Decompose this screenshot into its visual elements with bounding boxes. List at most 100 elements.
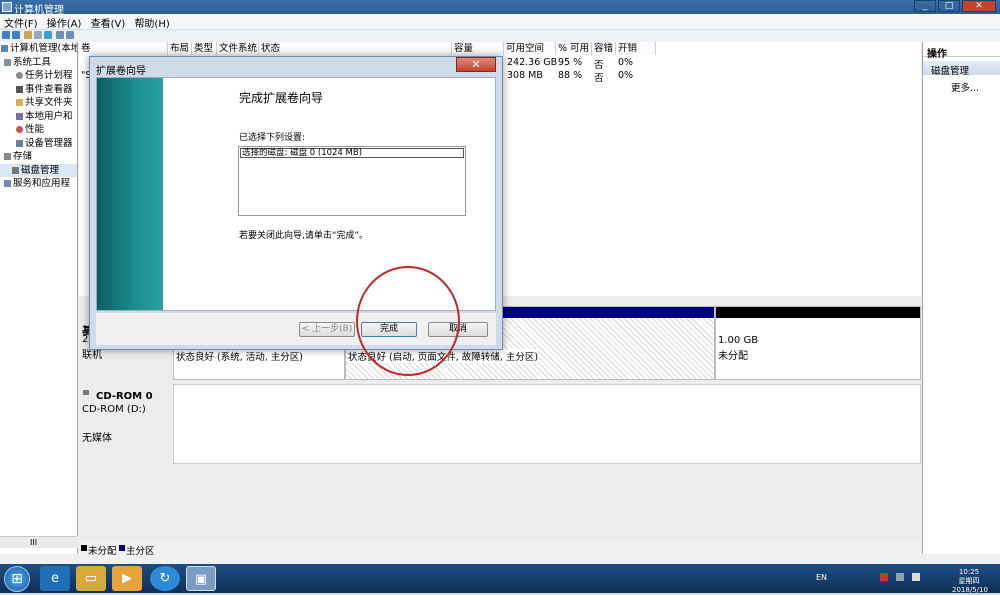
computer-management-taskbar-icon[interactable]: ▣ — [186, 566, 216, 591]
taskbar: ⊞ e ▭ ▶ ↻ ▣ EN 10:25 星期四 2018/5/10 — [0, 564, 1000, 595]
partition-system-status: 状态良好 (系统, 活动, 主分区) — [176, 352, 304, 363]
navigation-tree: 计算机管理(本地 系统工具 任务计划程 事件查看器 共享文件夹 本地用户和 性能… — [0, 42, 78, 554]
folder-icon[interactable] — [24, 31, 32, 39]
column-volume[interactable]: 卷 — [79, 42, 168, 55]
flag-icon[interactable] — [880, 573, 888, 581]
properties-icon[interactable] — [56, 31, 64, 39]
column-capacity[interactable]: 容量 — [452, 42, 504, 55]
toolbar — [0, 30, 1000, 42]
tree-horizontal-scrollbar[interactable]: III — [0, 536, 78, 548]
row2-fault-tolerance: 否 — [594, 73, 604, 84]
wizard-settings-list[interactable]: 选择的磁盘: 磁盘 0 (1024 MB) — [238, 146, 466, 216]
actions-pane: 操作 磁盘管理 更多... — [922, 42, 1000, 554]
column-fault-tolerance[interactable]: 容错 — [592, 42, 616, 55]
computer-icon — [1, 45, 8, 52]
row2-free-space: 308 MB — [507, 70, 543, 81]
tree-item-storage[interactable]: 存储 — [0, 150, 77, 164]
wizard-settings-label: 已选择下列设置: — [239, 133, 306, 143]
row2-percent-free: 88 % — [558, 70, 583, 81]
volume-icon[interactable] — [912, 573, 920, 581]
tree-item-performance[interactable]: 性能 — [0, 123, 77, 137]
wizard-back-button[interactable]: < 上一步(B) — [299, 322, 355, 337]
column-type[interactable]: 类型 — [192, 42, 217, 55]
tree-item-local-users[interactable]: 本地用户和 — [0, 110, 77, 124]
tree-item-event-viewer[interactable]: 事件查看器 — [0, 83, 77, 97]
event-viewer-icon — [16, 85, 23, 93]
app-icon-blue[interactable]: ↻ — [150, 566, 180, 591]
column-percent-free[interactable]: % 可用 — [556, 42, 592, 55]
row2-overhead: 0% — [618, 70, 634, 81]
close-button[interactable]: ✕ — [962, 0, 996, 12]
tree-item-task-scheduler[interactable]: 任务计划程 — [0, 69, 77, 83]
computer-management-window: 计算机管理 _ □ ✕ 文件(F) 操作(A) 查看(V) 帮助(H) 计算机管… — [0, 0, 1000, 564]
services-icon — [4, 180, 11, 187]
cdrom-media-area[interactable] — [173, 384, 921, 464]
start-button[interactable]: ⊞ — [4, 566, 30, 592]
menu-bar: 文件(F) 操作(A) 查看(V) 帮助(H) — [0, 14, 1000, 30]
column-status[interactable]: 状态 — [259, 42, 452, 55]
maximize-button[interactable]: □ — [938, 0, 960, 12]
legend-primary: 主分区 — [126, 546, 155, 557]
app-icon — [2, 2, 12, 12]
tree-item-computer-management[interactable]: 计算机管理(本地 — [0, 42, 77, 56]
actions-more[interactable]: 更多... — [923, 75, 1000, 94]
column-overhead[interactable]: 开销 — [616, 42, 656, 55]
clock-time: 10:25 — [958, 568, 980, 576]
tree-item-disk-management[interactable]: 磁盘管理 — [0, 163, 77, 177]
media-player-icon[interactable]: ▶ — [112, 566, 142, 591]
wizard-side-banner — [97, 78, 163, 310]
grid-icon[interactable] — [34, 31, 42, 39]
wizard-selected-disk[interactable]: 选择的磁盘: 磁盘 0 (1024 MB) — [240, 148, 464, 158]
unallocated-bar — [716, 307, 920, 318]
cdrom-status: 无媒体 — [82, 433, 112, 444]
tree-item-system-tools[interactable]: 系统工具 — [0, 56, 77, 70]
ie-icon[interactable]: e — [40, 566, 70, 591]
tree-item-services-applications[interactable]: 服务和应用程 — [0, 177, 77, 191]
wizard-close-button[interactable]: ✕ — [456, 57, 496, 72]
menu-view[interactable]: 查看(V) — [87, 14, 128, 30]
refresh-icon[interactable] — [66, 31, 74, 39]
legend-unallocated: 未分配 — [88, 546, 117, 557]
clock-weekday: 星期四 — [958, 577, 980, 585]
annotation-circle — [356, 266, 460, 376]
tree-item-device-manager[interactable]: 设备管理器 — [0, 137, 77, 151]
unallocated-size: 1.00 GB — [718, 335, 759, 346]
shared-folder-icon — [16, 99, 23, 106]
wizard-hint: 若要关闭此向导,请单击“完成”。 — [239, 231, 369, 241]
explorer-folder-icon[interactable]: ▭ — [76, 566, 106, 591]
column-layout[interactable]: 布局 — [168, 42, 192, 55]
legend-bar: 未分配 主分区 — [79, 542, 921, 557]
menu-action[interactable]: 操作(A) — [43, 14, 84, 30]
actions-disk-management[interactable]: 磁盘管理 — [923, 61, 1000, 77]
users-icon — [16, 112, 23, 120]
actions-header: 操作 — [923, 42, 1000, 60]
column-free-space[interactable]: 可用空间 — [504, 42, 556, 55]
clock[interactable]: 10:25 星期四 2018/5/10 — [952, 568, 988, 595]
network-icon[interactable] — [896, 573, 904, 581]
help-icon[interactable] — [44, 31, 52, 39]
cdrom-name: CD-ROM 0 — [96, 391, 153, 402]
performance-icon — [16, 126, 23, 133]
cdrom-drive: CD-ROM (D:) — [82, 404, 146, 415]
unallocated-space[interactable]: 1.00 GB 未分配 — [715, 306, 921, 380]
minimize-button[interactable]: _ — [914, 0, 936, 12]
tools-icon — [4, 58, 11, 66]
row1-overhead: 0% — [618, 57, 634, 68]
row1-fault-tolerance: 否 — [594, 60, 604, 71]
cdrom-info[interactable]: CD-ROM 0 CD-ROM (D:) 无媒体 — [79, 384, 173, 464]
disk-icon — [12, 166, 19, 174]
wizard-heading: 完成扩展卷向导 — [239, 91, 324, 105]
unallocated-label: 未分配 — [718, 351, 748, 362]
menu-help[interactable]: 帮助(H) — [130, 14, 171, 30]
row1-free-space: 242.36 GB — [507, 57, 558, 68]
forward-icon[interactable] — [12, 31, 20, 39]
cdrom-icon — [83, 390, 89, 395]
language-indicator[interactable]: EN — [816, 573, 827, 582]
primary-swatch — [119, 545, 125, 551]
column-filesystem[interactable]: 文件系统 — [217, 42, 259, 55]
wizard-title: 扩展卷向导 — [96, 66, 146, 77]
back-icon[interactable] — [2, 31, 10, 39]
tree-item-shared-folders[interactable]: 共享文件夹 — [0, 96, 77, 110]
menu-file[interactable]: 文件(F) — [0, 14, 40, 30]
clock-date: 2018/5/10 — [952, 586, 988, 594]
